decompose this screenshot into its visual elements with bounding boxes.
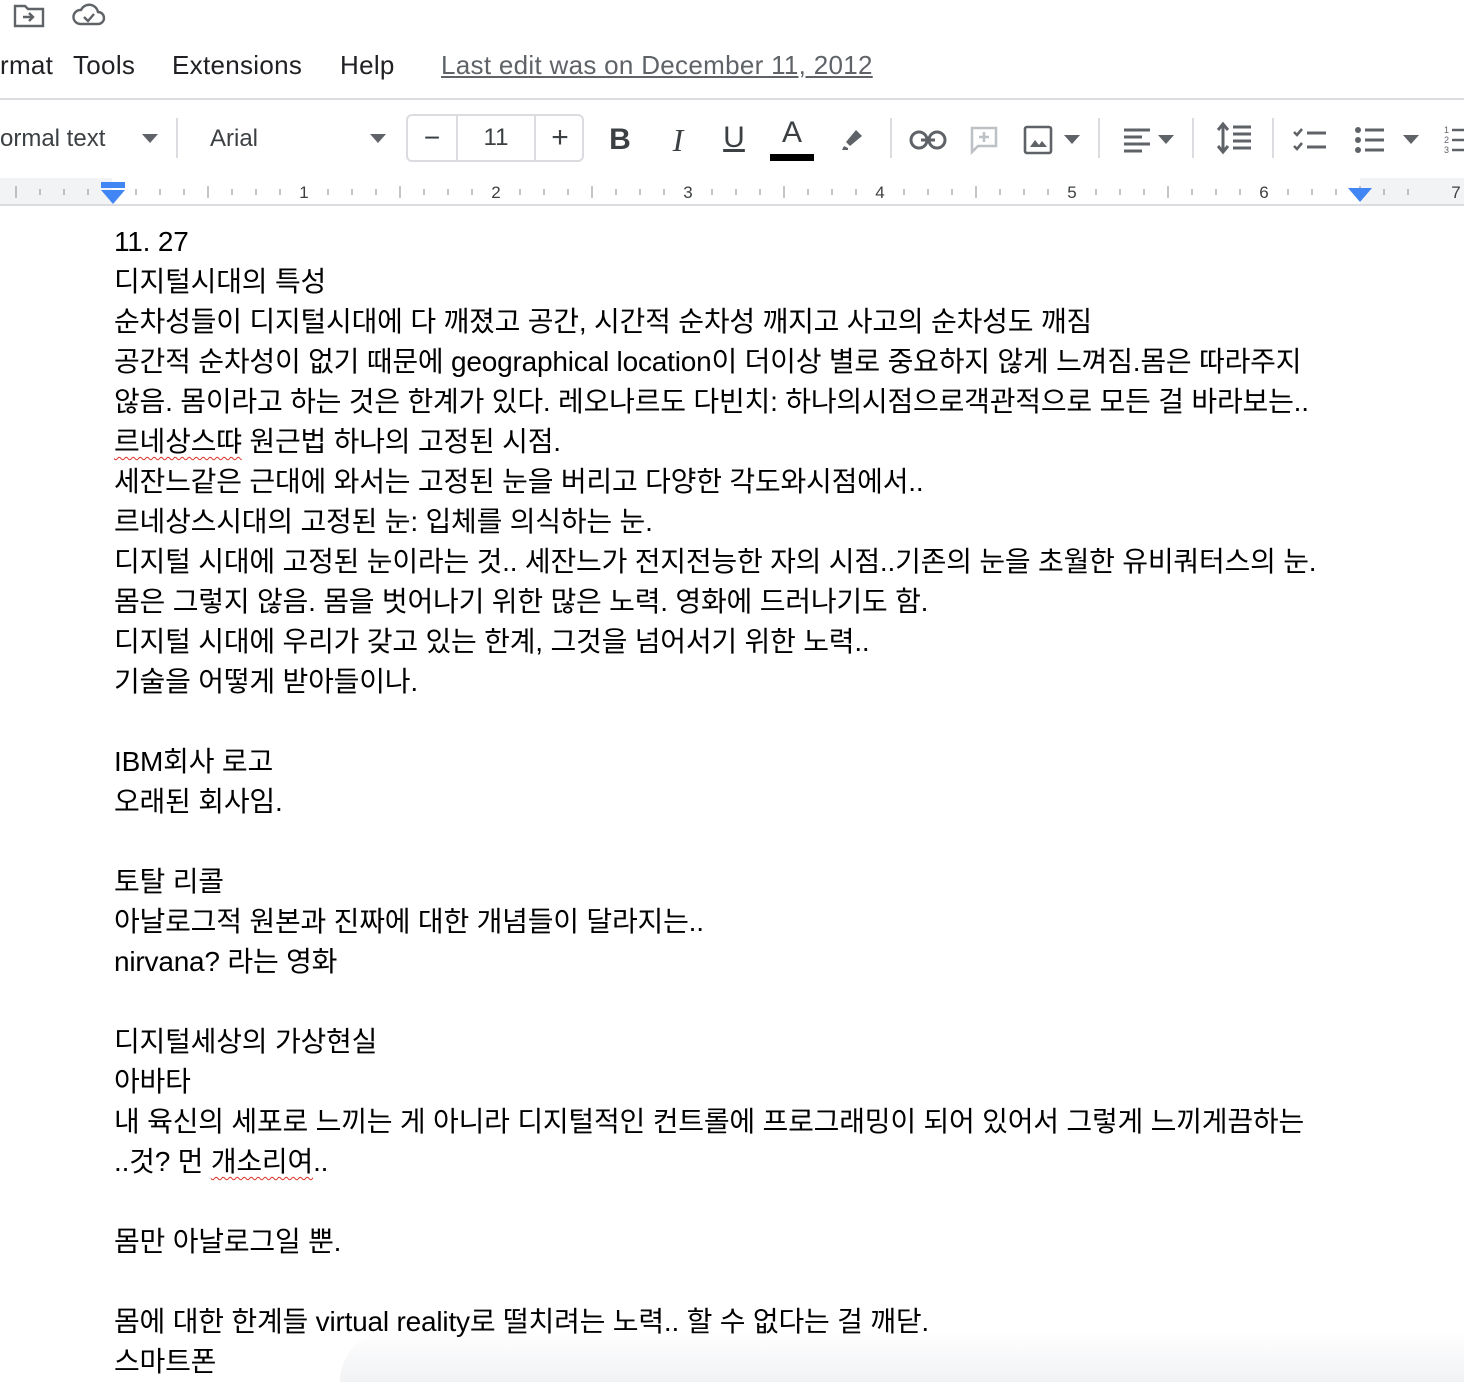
doc-line [114, 1262, 1394, 1302]
svg-text:3: 3 [1444, 145, 1449, 155]
doc-line [114, 702, 1394, 742]
last-edit-link[interactable]: Last edit was on December 11, 2012 [441, 50, 873, 81]
svg-text:2: 2 [1444, 135, 1449, 145]
doc-line: 몸은 그렇지 않음. 몸을 벗어나기 위한 많은 노력. 영화에 드러나기도 함… [114, 586, 929, 617]
doc-line: 아바타 [114, 1066, 191, 1097]
doc-line: 르네상스시대의 고정된 눈: 입체를 의식하는 눈. [114, 506, 653, 537]
font-select[interactable]: Arial [210, 122, 258, 156]
bulleted-list-icon[interactable] [1350, 120, 1390, 160]
spelling-error-word[interactable]: 르네상스땨 [114, 426, 242, 457]
separator [1192, 118, 1194, 158]
bold-button[interactable]: B [600, 120, 640, 160]
highlight-pen-icon[interactable] [832, 118, 872, 158]
ruler-number: 1 [299, 183, 308, 202]
toolbar: ormal text Arial − 11 + B I U A 1 2 3 [0, 100, 1464, 178]
title-icons [0, 0, 1464, 30]
doc-line: 디지털 시대에 고정된 눈이라는 것.. 세잔느가 전지전능한 자의 시점..기… [114, 546, 1317, 577]
text-color-swatch [770, 154, 814, 161]
insert-image-icon[interactable] [1018, 120, 1058, 160]
doc-line: 공간적 순차성이 없기 때문에 geographical location이 더… [114, 346, 1302, 377]
numbered-list-icon[interactable]: 123 [1442, 120, 1464, 160]
font-select-value: Arial [210, 125, 259, 152]
doc-line: 디지털세상의 가상현실 [114, 1026, 378, 1057]
insert-link-icon[interactable] [906, 120, 950, 160]
doc-line: 않음. 몸이라고 하는 것은 한계가 있다. 레오나르도 다빈치: 하나의시점으… [114, 386, 1309, 417]
doc-line-text: 원근법 하나의 고정된 시점. [241, 426, 561, 457]
doc-line: 11. 27 [114, 226, 189, 257]
increase-font-size-button[interactable]: + [536, 116, 584, 160]
page-shadow [340, 1330, 1464, 1382]
doc-line: 디지털 시대에 우리가 갖고 있는 한계, 그것을 넘어서기 위한 노력.. [114, 626, 870, 657]
line-spacing-icon[interactable] [1212, 118, 1256, 158]
add-comment-icon[interactable] [964, 120, 1004, 160]
move-to-folder-icon[interactable] [12, 0, 46, 30]
text-color-button[interactable]: A [770, 116, 814, 150]
ruler-ticks: 1 2 3 4 5 6 7 [15, 183, 1461, 202]
document-body[interactable]: 11. 27 디지털시대의 특성 순차성들이 디지털시대에 다 깨졌고 공간, … [114, 222, 1394, 1382]
checklist-icon[interactable] [1290, 120, 1330, 160]
menu-bar: rmat Tools Extensions Help Last edit was… [0, 44, 1464, 88]
ruler-number: 7 [1451, 183, 1460, 202]
font-size-stepper: − 11 + [406, 114, 584, 162]
doc-line [114, 1182, 1394, 1222]
underline-button[interactable]: U [714, 118, 754, 158]
spelling-error-word[interactable]: 개소리여 [211, 1146, 313, 1177]
decrease-font-size-button[interactable]: − [408, 116, 456, 160]
doc-line-text: ..것? 먼 [114, 1146, 211, 1177]
doc-line: 아날로그적 원본과 진짜에 대한 개념들이 달라지는.. [114, 906, 704, 937]
separator [1272, 118, 1274, 158]
style-select-value: ormal text [0, 125, 106, 152]
align-dropdown-icon[interactable] [1156, 130, 1176, 150]
doc-line: 오래된 회사임. [114, 786, 283, 817]
right-indent-marker[interactable] [1348, 186, 1372, 204]
doc-line: 몸만 아날로그일 뿐. [114, 1226, 342, 1257]
cloud-saved-icon[interactable] [72, 0, 106, 30]
separator [890, 118, 892, 158]
doc-line [114, 822, 1394, 862]
ruler-number: 4 [875, 183, 884, 202]
doc-line: 르네상스땨 원근법 하나의 고정된 시점. [114, 422, 1394, 462]
image-dropdown-icon[interactable] [1062, 130, 1082, 150]
menu-tools[interactable]: Tools [73, 50, 135, 81]
doc-line: 내 육신의 세포로 느끼는 게 아니라 디지털적인 컨트롤에 프로그래밍이 되어… [114, 1106, 1305, 1137]
menu-help[interactable]: Help [340, 50, 395, 81]
svg-text:1: 1 [1444, 125, 1449, 135]
separator [176, 118, 178, 158]
doc-line [114, 982, 1394, 1022]
horizontal-ruler[interactable]: 1 2 3 4 5 6 7 [0, 178, 1464, 206]
style-select[interactable]: ormal text [0, 122, 105, 156]
italic-button[interactable]: I [658, 120, 698, 160]
ruler-number: 3 [683, 183, 692, 202]
ruler-number: 2 [491, 183, 500, 202]
doc-line: nirvana? 라는 영화 [114, 946, 338, 977]
doc-line: 디지털시대의 특성 [114, 266, 327, 297]
font-size-input[interactable]: 11 [456, 116, 536, 160]
doc-line: IBM회사 로고 [114, 746, 273, 777]
doc-line: 세잔느같은 근대에 와서는 고정된 눈을 버리고 다양한 각도와시점에서.. [114, 466, 924, 497]
doc-line: 기술을 어떻게 받아들이나. [114, 666, 418, 697]
doc-line: ..것? 먼 개소리여.. [114, 1142, 1394, 1182]
doc-line-text: .. [313, 1146, 329, 1177]
doc-line: 순차성들이 디지털시대에 다 깨졌고 공간, 시간적 순차성 깨지고 사고의 순… [114, 306, 1092, 337]
align-left-icon[interactable] [1120, 120, 1154, 160]
left-indent-marker[interactable] [100, 182, 126, 206]
menu-extensions[interactable]: Extensions [172, 50, 302, 81]
style-dropdown-icon[interactable] [138, 128, 162, 150]
bullet-dropdown-icon[interactable] [1400, 130, 1422, 150]
doc-line: 토탈 리콜 [114, 866, 224, 897]
separator [1098, 118, 1100, 158]
ruler-number: 5 [1067, 183, 1076, 202]
ruler-number: 6 [1259, 183, 1268, 202]
font-dropdown-icon[interactable] [366, 128, 390, 150]
menu-format[interactable]: rmat [0, 50, 53, 81]
